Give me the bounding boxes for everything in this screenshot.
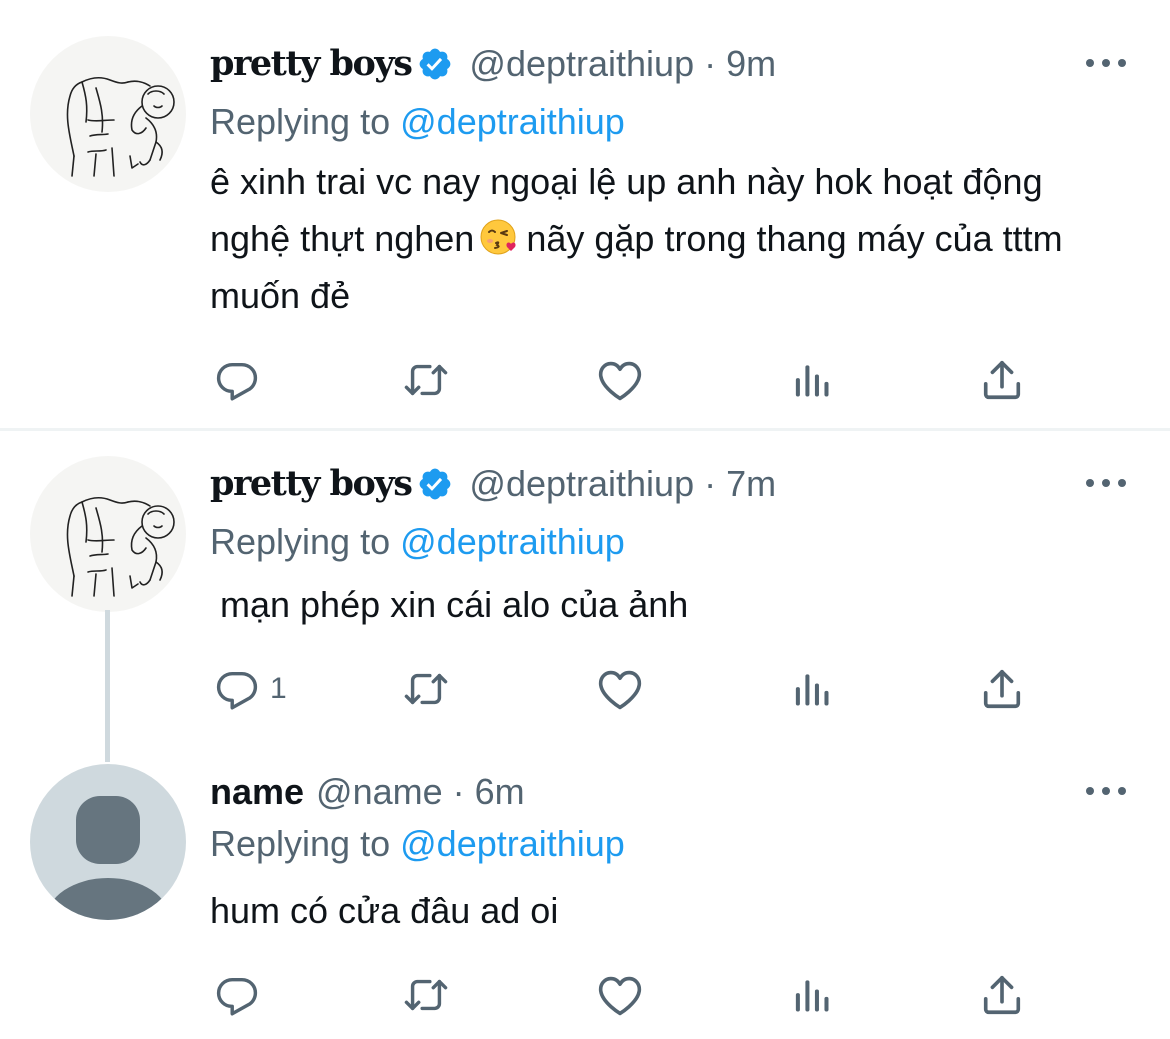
analytics-button[interactable] — [790, 355, 834, 405]
tweet[interactable]: name @name · 6m Replying to @deptraithiu… — [0, 764, 1170, 1034]
analytics-icon — [790, 667, 834, 711]
verified-badge-icon — [417, 466, 453, 502]
handle[interactable]: @deptraithiup — [469, 36, 694, 92]
more-options-icon[interactable] — [1086, 468, 1126, 498]
like-icon — [596, 971, 644, 1019]
reply-icon — [214, 357, 260, 403]
tweet[interactable]: pretty boys @deptraithiup · 9m Replying … — [0, 36, 1170, 426]
like-button[interactable] — [596, 664, 644, 714]
analytics-button[interactable] — [790, 970, 834, 1020]
more-options-icon[interactable] — [1086, 776, 1126, 806]
timestamp[interactable]: 6m — [475, 764, 525, 820]
replying-to: Replying to @deptraithiup — [210, 94, 625, 150]
separator: · — [704, 43, 717, 84]
reply-button[interactable]: 1 — [214, 664, 287, 714]
timestamp[interactable]: 9m — [726, 36, 776, 92]
tweet-text: ê xinh trai vc nay ngoại lệ up anh này h… — [210, 153, 1110, 324]
mention-link[interactable]: @deptraithiup — [400, 521, 625, 562]
share-icon — [979, 972, 1025, 1018]
more-options-icon[interactable] — [1086, 48, 1126, 78]
share-button[interactable] — [979, 970, 1025, 1020]
handle[interactable]: @deptraithiup — [469, 456, 694, 512]
share-button[interactable] — [979, 664, 1025, 714]
replying-prefix: Replying to — [210, 101, 391, 142]
verified-badge-icon — [417, 46, 453, 82]
analytics-icon — [790, 973, 834, 1017]
retweet-button[interactable] — [403, 970, 449, 1020]
mention-link[interactable]: @deptraithiup — [400, 823, 625, 864]
tweet-text: hum có cửa đâu ad oi — [210, 890, 559, 931]
divider — [0, 428, 1170, 431]
separator: · — [452, 771, 465, 812]
like-icon — [596, 665, 644, 713]
separator: · — [704, 463, 717, 504]
avatar[interactable] — [30, 36, 186, 192]
mention-link[interactable]: @deptraithiup — [400, 101, 625, 142]
tweet-text: mạn phép xin cái alo của ảnh — [210, 584, 689, 625]
default-avatar-icon — [30, 764, 186, 920]
avatar[interactable] — [30, 764, 186, 920]
reply-icon — [214, 972, 260, 1018]
avatar[interactable] — [30, 456, 186, 612]
display-name[interactable]: pretty boys — [210, 36, 413, 92]
tweet-header: pretty boys @deptraithiup · 7m — [210, 456, 776, 512]
timestamp[interactable]: 7m — [726, 456, 776, 512]
retweet-button[interactable] — [403, 664, 449, 714]
like-button[interactable] — [596, 355, 644, 405]
replying-to: Replying to @deptraithiup — [210, 816, 625, 872]
analytics-button[interactable] — [790, 664, 834, 714]
retweet-icon — [403, 357, 449, 403]
reply-button[interactable] — [214, 970, 270, 1020]
tweet-actions — [214, 970, 1044, 1020]
replying-prefix: Replying to — [210, 521, 391, 562]
reply-button[interactable] — [214, 355, 270, 405]
reply-icon — [214, 666, 260, 712]
like-button[interactable] — [596, 970, 644, 1020]
thread-connector — [105, 610, 110, 762]
sketch-avatar-icon — [30, 36, 186, 192]
like-icon — [596, 356, 644, 404]
display-name[interactable]: pretty boys — [210, 456, 413, 512]
reply-count: 1 — [270, 672, 287, 705]
kissing-heart-emoji-icon — [480, 217, 520, 257]
analytics-icon — [790, 358, 834, 402]
tweet[interactable]: pretty boys @deptraithiup · 7m Replying … — [0, 456, 1170, 756]
share-icon — [979, 666, 1025, 712]
replying-to: Replying to @deptraithiup — [210, 514, 625, 570]
tweet-actions — [214, 355, 1044, 405]
replying-prefix: Replying to — [210, 823, 391, 864]
retweet-icon — [403, 972, 449, 1018]
retweet-button[interactable] — [403, 355, 449, 405]
share-button[interactable] — [979, 355, 1025, 405]
tweet-header: name @name · 6m — [210, 764, 525, 820]
display-name[interactable]: name — [210, 764, 304, 820]
tweet-header: pretty boys @deptraithiup · 9m — [210, 36, 776, 92]
handle[interactable]: @name — [316, 764, 443, 820]
sketch-avatar-icon — [30, 456, 186, 612]
tweet-actions: 1 — [214, 664, 1044, 714]
share-icon — [979, 357, 1025, 403]
retweet-icon — [403, 666, 449, 712]
